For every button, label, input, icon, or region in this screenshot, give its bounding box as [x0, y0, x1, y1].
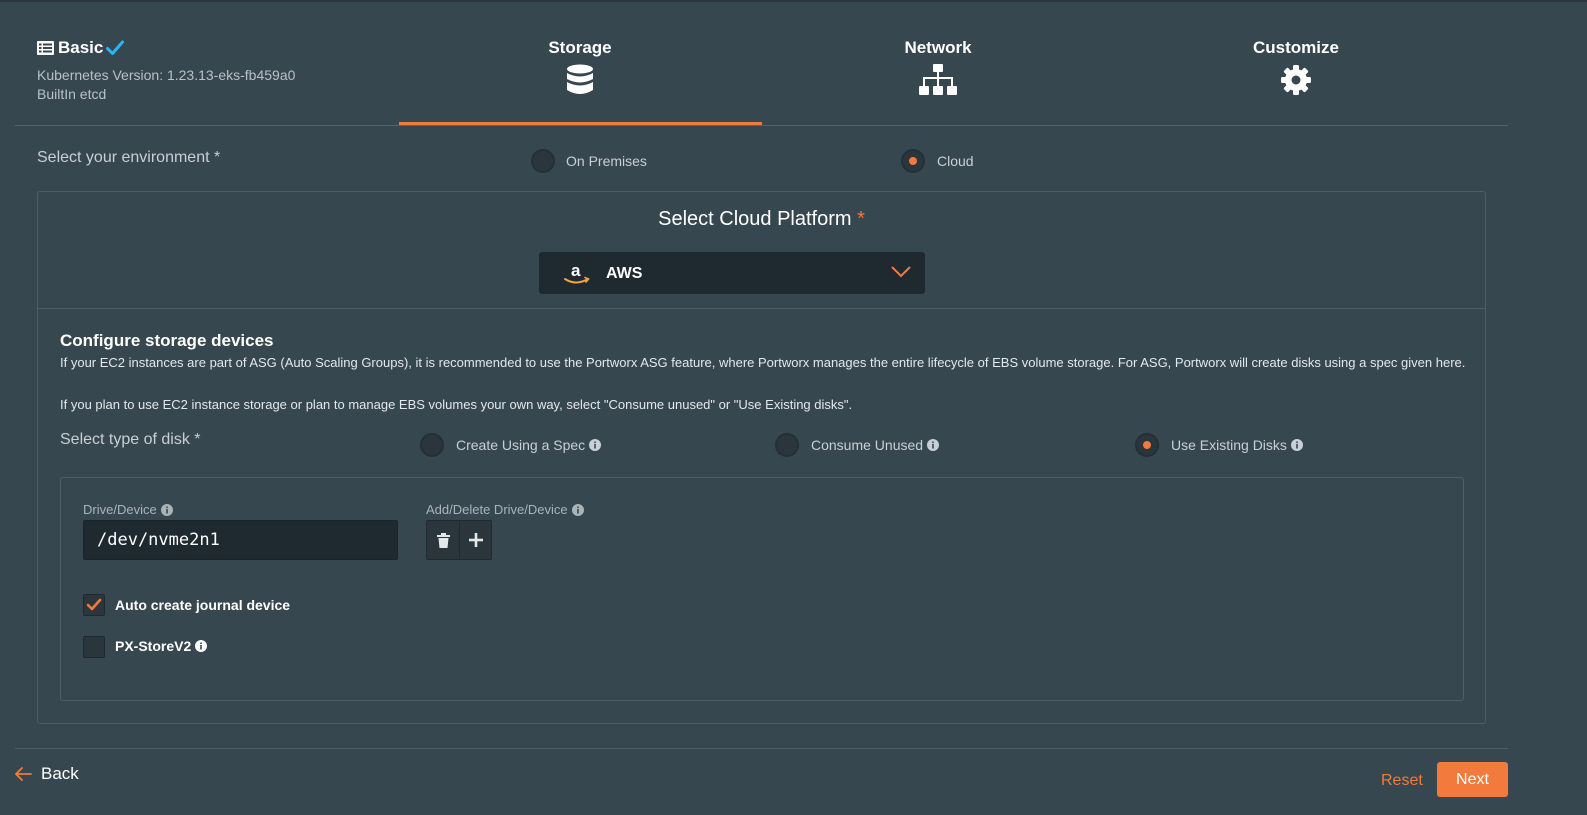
step-basic-label: Basic — [58, 38, 104, 57]
radio-cloud-label[interactable]: Cloud — [937, 153, 974, 169]
step-customize[interactable]: Customize — [1186, 38, 1406, 96]
plus-icon — [468, 533, 483, 547]
step-customize-label: Customize — [1253, 38, 1339, 57]
drive-actions — [426, 520, 492, 560]
add-delete-drive-label-text: Add/Delete Drive/Device — [426, 502, 568, 517]
list-icon — [37, 41, 54, 55]
step-basic-title-row: Basic — [37, 38, 295, 58]
info-icon[interactable] — [160, 503, 173, 516]
cloud-platform-title-text: Select Cloud Platform — [658, 208, 852, 230]
px-storev2-label[interactable]: PX-StoreV2 — [115, 638, 208, 654]
radio-cloud[interactable] — [901, 149, 925, 173]
info-icon[interactable] — [1290, 439, 1303, 451]
step-network-label: Network — [904, 38, 972, 57]
radio-create-using-spec[interactable] — [420, 433, 444, 457]
steps-divider — [15, 125, 1508, 126]
info-icon[interactable] — [571, 503, 584, 516]
step-basic-meta: Kubernetes Version: 1.23.13-eks-fb459a0 … — [37, 66, 295, 104]
configure-desc-asg: If your EC2 instances are part of ASG (A… — [60, 355, 1466, 370]
drive-device-label-text: Drive/Device — [83, 502, 157, 517]
trash-icon — [436, 532, 450, 548]
active-step-indicator — [399, 122, 762, 125]
cloud-panel-divider — [38, 308, 1485, 309]
radio-use-existing-disks[interactable] — [1135, 433, 1159, 457]
etcd-type: BuiltIn etcd — [37, 86, 107, 102]
create-using-spec-text: Create Using a Spec — [456, 437, 586, 453]
top-border — [0, 0, 1587, 2]
checkmark-icon — [86, 598, 102, 611]
auto-journal-label[interactable]: Auto create journal device — [115, 597, 290, 613]
cloud-platform-select[interactable]: a AWS — [539, 252, 925, 294]
chevron-down-icon — [891, 266, 911, 278]
radio-create-using-spec-label[interactable]: Create Using a Spec — [456, 437, 602, 453]
arrow-left-icon — [15, 767, 32, 781]
back-button[interactable]: Back — [15, 764, 79, 784]
sitemap-icon — [919, 64, 957, 95]
drive-device-input[interactable]: /dev/nvme2n1 — [83, 520, 398, 560]
drive-device-label: Drive/Device — [83, 502, 173, 517]
kubernetes-version: Kubernetes Version: 1.23.13-eks-fb459a0 — [37, 67, 296, 83]
info-icon[interactable] — [927, 439, 940, 451]
svg-text:a: a — [571, 262, 581, 280]
step-network[interactable]: Network — [828, 38, 1048, 96]
back-label: Back — [41, 764, 79, 783]
info-icon[interactable] — [589, 439, 602, 451]
px-storev2-checkbox[interactable] — [83, 636, 105, 658]
footer-divider — [15, 748, 1508, 749]
cloud-platform-value: AWS — [606, 265, 643, 282]
radio-on-premises[interactable] — [531, 149, 555, 173]
step-storage-label: Storage — [548, 38, 612, 57]
configure-desc-ec2: If you plan to use EC2 instance storage … — [60, 397, 853, 412]
step-basic[interactable]: Basic Kubernetes Version: 1.23.13-eks-fb… — [37, 38, 295, 104]
amazon-logo-icon: a — [564, 262, 590, 284]
px-storev2-text: PX-StoreV2 — [115, 638, 192, 654]
consume-unused-text: Consume Unused — [811, 437, 924, 453]
gear-icon — [1281, 65, 1311, 95]
step-storage[interactable]: Storage — [470, 38, 690, 96]
delete-drive-button[interactable] — [427, 521, 459, 559]
radio-on-premises-label[interactable]: On Premises — [566, 153, 647, 169]
info-icon[interactable] — [195, 640, 208, 652]
auto-journal-checkbox[interactable] — [83, 594, 105, 616]
reset-button[interactable]: Reset — [1381, 772, 1423, 790]
check-icon — [106, 40, 125, 55]
add-delete-drive-label: Add/Delete Drive/Device — [426, 502, 584, 517]
use-existing-disks-text: Use Existing Disks — [1171, 437, 1287, 453]
disk-config-panel: Drive/Device /dev/nvme2n1 Add/Delete Dri… — [60, 477, 1464, 701]
radio-consume-unused-label[interactable]: Consume Unused — [811, 437, 940, 453]
cloud-platform-title: Select Cloud Platform * — [38, 208, 1485, 231]
add-drive-button[interactable] — [459, 521, 491, 559]
cloud-panel: Select Cloud Platform * a AWS Configure … — [37, 191, 1486, 724]
configure-storage-title: Configure storage devices — [60, 331, 274, 350]
required-mark: * — [857, 208, 865, 230]
environment-label: Select your environment * — [37, 149, 221, 166]
disk-type-label: Select type of disk * — [60, 431, 201, 448]
next-button[interactable]: Next — [1437, 762, 1508, 797]
database-icon — [567, 64, 593, 94]
radio-consume-unused[interactable] — [775, 433, 799, 457]
radio-use-existing-disks-label[interactable]: Use Existing Disks — [1171, 437, 1303, 453]
